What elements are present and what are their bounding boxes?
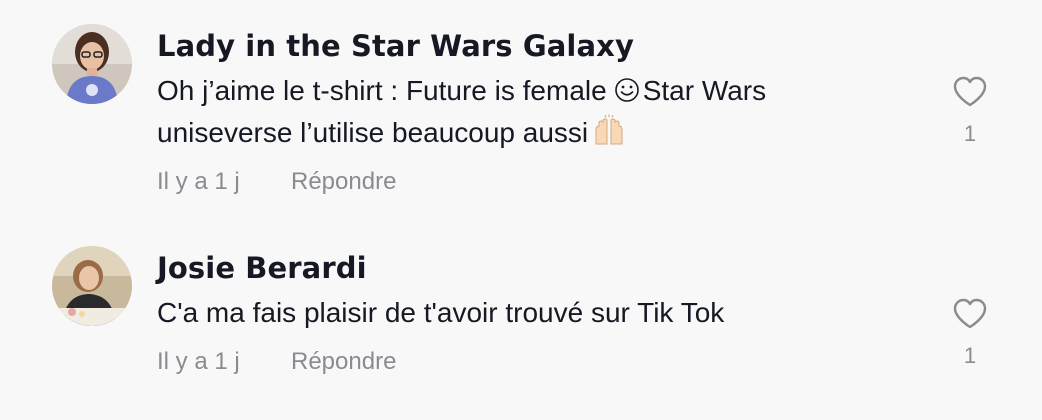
- reply-button[interactable]: Répondre: [291, 344, 396, 380]
- comment-list: Lady in the Star Wars Galaxy Oh j’aime l…: [0, 0, 1042, 420]
- heart-icon[interactable]: [950, 72, 990, 112]
- comment-text-part: Star Wars: [642, 75, 767, 106]
- comment-text: C'a ma fais plaisir de t'avoir trouvé su…: [157, 297, 725, 328]
- like-control: 1: [946, 72, 994, 146]
- comment-text-part: Oh j’aime le t-shirt : Future is female: [157, 75, 607, 106]
- comment-body: Josie Berardi C'a ma fais plaisir de t'a…: [157, 244, 917, 380]
- comment-body: Lady in the Star Wars Galaxy Oh j’aime l…: [157, 22, 917, 200]
- avatar-photo-icon: [52, 246, 132, 326]
- comment-username[interactable]: Lady in the Star Wars Galaxy: [157, 22, 917, 70]
- avatar[interactable]: [52, 24, 132, 104]
- like-count: 1: [963, 343, 977, 368]
- avatar[interactable]: [52, 246, 132, 326]
- comment-meta: Il y a 1 j Répondre: [157, 344, 917, 380]
- like-control: 1: [946, 294, 994, 368]
- comment-item: Lady in the Star Wars Galaxy Oh j’aime l…: [0, 22, 1042, 212]
- comment-username[interactable]: Josie Berardi: [157, 244, 917, 292]
- comment-timestamp: Il y a 1 j: [157, 348, 240, 375]
- raising-hands-emoji-icon: [592, 114, 626, 148]
- heart-icon[interactable]: [950, 294, 990, 334]
- comment-text-part: uniseverse l’utilise beaucoup aussi: [157, 117, 589, 148]
- comment-text: uniseverse l’utilise beaucoup aussi: [157, 112, 917, 154]
- smiley-emoji-icon: [613, 74, 641, 102]
- reply-button[interactable]: Répondre: [291, 164, 396, 200]
- comment-text: Oh j’aime le t-shirt : Future is female S…: [157, 70, 917, 112]
- avatar-photo-icon: [52, 24, 132, 104]
- comment-meta: Il y a 1 j Répondre: [157, 164, 917, 200]
- comment-timestamp: Il y a 1 j: [157, 168, 240, 195]
- comment-item: Josie Berardi C'a ma fais plaisir de t'a…: [0, 244, 1042, 420]
- like-count: 1: [963, 121, 977, 146]
